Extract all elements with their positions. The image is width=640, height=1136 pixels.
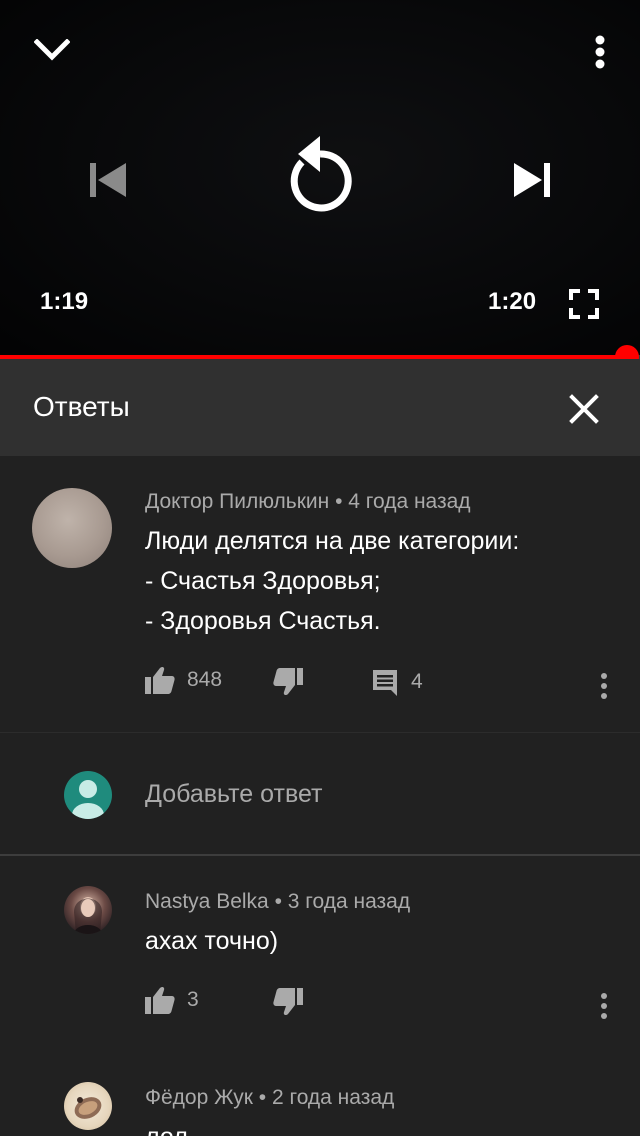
comment-time: 2 года назад: [271, 1086, 395, 1109]
replies-title: Ответы: [33, 391, 130, 422]
comment-time: 4 года назад: [348, 490, 471, 513]
thumb-down-icon: [273, 668, 303, 696]
dislike-button[interactable]: [273, 668, 303, 696]
dislike-button[interactable]: [273, 988, 303, 1016]
reply-item: Nastya Belka • 3 года назад ахах точно) …: [0, 856, 640, 1052]
like-count: 3: [187, 988, 199, 1011]
more-vert-icon: [595, 35, 605, 69]
parent-comment: Доктор Пилюлькин • 4 года назад Люди дел…: [0, 456, 640, 732]
like-button[interactable]: 3: [145, 986, 199, 1014]
comment-author[interactable]: Nastya Belka: [145, 890, 269, 913]
reply-count: 4: [411, 670, 423, 693]
meta-separator: •: [274, 890, 282, 913]
comment-menu-button[interactable]: [589, 666, 619, 706]
comment-time: 3 года назад: [287, 890, 411, 913]
chevron-down-icon: [34, 39, 70, 61]
user-avatar-icon: [64, 771, 112, 819]
comment-author[interactable]: Доктор Пилюлькин: [145, 490, 329, 513]
previous-button[interactable]: [78, 150, 138, 210]
close-icon: [569, 394, 599, 424]
duration-time: 1:20: [488, 288, 537, 315]
meta-separator: •: [335, 490, 343, 513]
add-reply-input[interactable]: Добавьте ответ: [145, 780, 322, 809]
skip-next-icon: [514, 163, 550, 197]
replies-header: Ответы: [0, 359, 640, 456]
comment-meta: Доктор Пилюлькин • 4 года назад: [145, 490, 471, 514]
close-replies-button[interactable]: [556, 381, 612, 437]
collapse-button[interactable]: [22, 20, 82, 80]
avatar[interactable]: [32, 488, 112, 568]
thumb-down-icon: [273, 988, 303, 1016]
skip-previous-icon: [90, 163, 126, 197]
comment-actions: 848 4: [145, 666, 615, 706]
replay-button[interactable]: [270, 122, 370, 232]
comment-menu-button[interactable]: [589, 986, 619, 1026]
comment-text: лол: [145, 1117, 188, 1136]
replay-icon: [290, 136, 352, 212]
comment-line: - Счастья Здоровья;: [145, 567, 381, 595]
comment-text: ахах точно): [145, 927, 279, 955]
add-reply-row[interactable]: Добавьте ответ: [0, 732, 640, 855]
comment-icon: [373, 670, 397, 696]
comment-author[interactable]: Фёдор Жук: [145, 1086, 253, 1109]
avatar[interactable]: [64, 1082, 112, 1130]
reply-item: Фёдор Жук • 2 года назад лол: [0, 1052, 640, 1136]
thumb-up-icon: [145, 666, 175, 694]
reply-button[interactable]: 4: [371, 668, 423, 696]
comment-text: Люди делятся на две категории: - Счастья…: [145, 521, 519, 641]
more-vert-icon: [601, 673, 607, 699]
comment-line: - Здоровья Счастья.: [145, 607, 381, 635]
comment-meta: Фёдор Жук • 2 года назад: [145, 1086, 394, 1110]
comment-meta: Nastya Belka • 3 года назад: [145, 890, 410, 914]
fullscreen-button[interactable]: [560, 282, 608, 326]
comment-line: Люди делятся на две категории:: [145, 527, 520, 555]
more-vert-icon: [601, 993, 607, 1019]
fullscreen-icon: [569, 289, 599, 319]
avatar[interactable]: [64, 886, 112, 934]
player-menu-button[interactable]: [578, 22, 622, 82]
thumb-up-icon: [145, 986, 175, 1014]
next-button[interactable]: [502, 150, 562, 210]
like-count: 848: [187, 668, 223, 691]
current-time: 1:19: [40, 288, 89, 315]
meta-separator: •: [258, 1086, 267, 1109]
video-player[interactable]: 1:19 1:20: [0, 0, 640, 358]
like-button[interactable]: 848: [145, 666, 222, 694]
comment-actions: 3: [145, 986, 615, 1026]
